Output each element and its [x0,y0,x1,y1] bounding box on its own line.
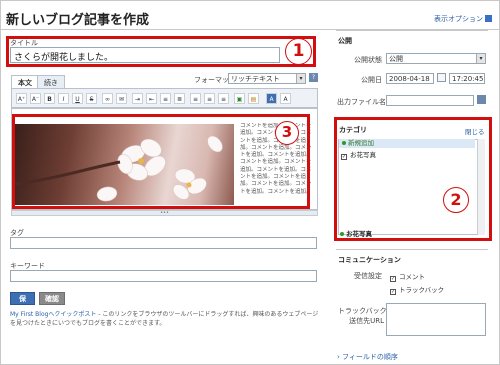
save-button[interactable]: 保存 [10,292,35,314]
trackback-url-label-2: 送信先URL [349,317,384,325]
strikethrough-icon[interactable]: S [86,93,97,104]
filename-input[interactable] [386,95,474,106]
publish-title: 公開 [338,37,352,45]
outdent-icon[interactable]: ⇤ [146,93,157,104]
format-select-value: リッチテキスト [231,75,280,83]
trackback-option[interactable]: ✓ トラックバック [390,284,444,295]
text-color-icon[interactable]: A [266,93,277,104]
insert-image-icon[interactable]: ▣ [234,93,245,104]
page-title: 新しいブログ記事を作成 [6,13,150,28]
insert-file-icon[interactable]: ▤ [248,93,259,104]
tab-more[interactable]: 続き [37,75,65,88]
display-options-icon [485,15,492,22]
status-select[interactable]: 公開 ▾ [386,53,486,64]
annotation-box-1 [6,36,316,67]
communication-divider [336,249,488,250]
font-size-down-icon[interactable]: A⁻ [30,93,41,104]
filename-label: 出力ファイル名 [337,98,386,106]
display-options-label: 表示オプション [434,15,483,23]
quickpost-note: My First Blogへクイックポスト - このリンクをブラウザのツールバー… [10,310,320,328]
tab-body[interactable]: 本文 [11,75,39,88]
indent-icon[interactable]: ⇥ [132,93,143,104]
bold-icon[interactable]: B [44,93,55,104]
trackback-checkbox[interactable]: ✓ [390,289,396,295]
trackback-url-input[interactable] [386,303,486,336]
keywords-input[interactable] [10,270,317,282]
comment-option[interactable]: ✓ コメント [390,271,425,282]
link-icon[interactable]: ∞ [102,93,113,104]
lock-icon[interactable] [477,95,486,104]
comment-checkbox[interactable]: ✓ [390,276,396,282]
bullet-list-icon[interactable]: ≡ [160,93,171,104]
italic-icon[interactable]: I [58,93,69,104]
annotation-number-1: 1 [285,38,312,65]
tags-input[interactable] [10,237,317,249]
date-label: 公開日 [361,76,382,84]
font-color-icon[interactable]: A [280,93,291,104]
editor-toolbar: A⁺ A⁻ B I U S ∞ ✉ ⇥ ⇤ ≡ ≣ ≡ ≡ ≡ ▣ ▤ A A [11,88,318,108]
format-select[interactable]: リッチテキスト ▾ [228,73,306,84]
trackback-option-label: トラックバック [399,286,445,294]
trackback-url-label-1: トラックバック [338,307,387,315]
align-center-icon[interactable]: ≡ [204,93,215,104]
annotation-number-2: 2 [443,187,469,213]
help-icon[interactable]: ? [309,73,318,82]
date-input[interactable]: 2008-04-18 [386,73,434,84]
quickpost-link[interactable]: My First Blogへクイックポスト [10,311,96,318]
font-size-up-icon[interactable]: A⁺ [16,93,27,104]
display-options-link[interactable]: 表示オプション [434,14,492,24]
confirm-button[interactable]: 確認 [39,292,65,305]
status-label: 公開状態 [354,56,382,64]
email-link-icon[interactable]: ✉ [116,93,127,104]
publish-top-divider [336,30,488,31]
communication-title: コミュニケーション [338,256,401,264]
status-select-value: 公開 [389,55,403,63]
editor-resize-handle[interactable]: ••• [11,210,318,216]
numbered-list-icon[interactable]: ≣ [174,93,185,104]
underline-icon[interactable]: U [72,93,83,104]
calendar-icon[interactable] [437,73,446,82]
annotation-box-3 [12,114,310,209]
fields-order-label: フィールドの順序 [342,353,398,361]
fields-order-link[interactable]: › フィールドの順序 [337,352,398,362]
chevron-down-icon: ▾ [476,54,485,63]
annotation-number-3: 3 [275,121,299,145]
accept-label: 受信設定 [354,272,382,280]
chevron-down-icon: ▾ [296,74,305,83]
comment-option-label: コメント [399,273,425,281]
align-left-icon[interactable]: ≡ [190,93,201,104]
time-input[interactable]: 17:20:45 [449,73,485,84]
annotation-box-2 [334,117,492,241]
align-right-icon[interactable]: ≡ [218,93,229,104]
